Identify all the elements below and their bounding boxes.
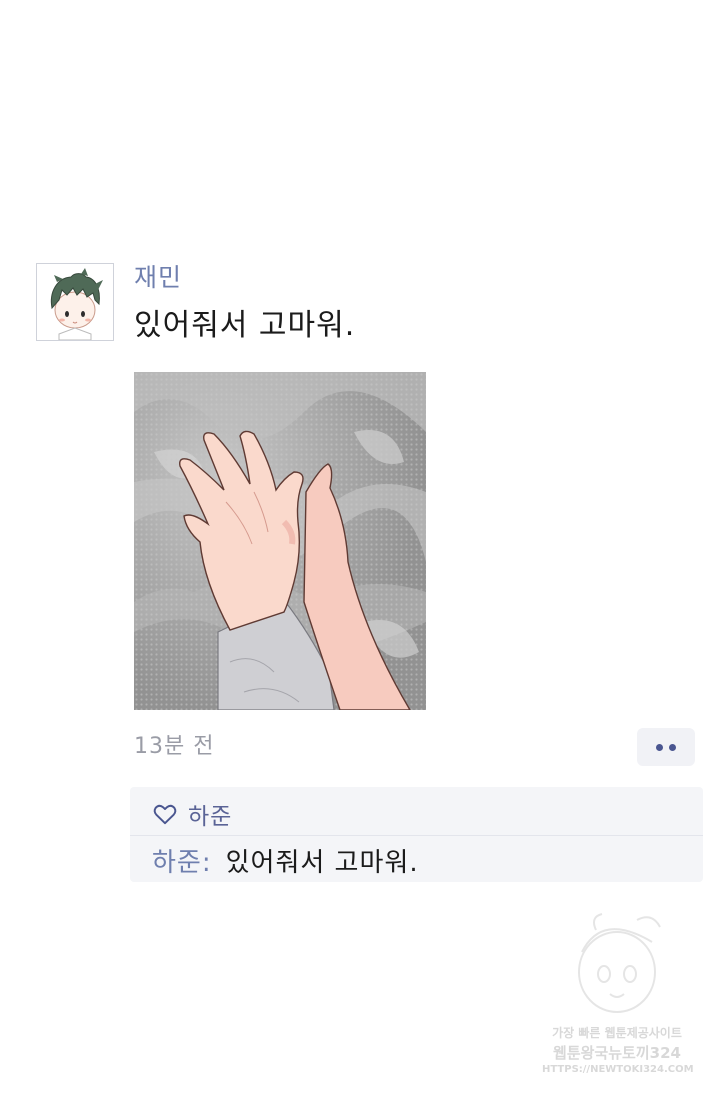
divider (130, 835, 703, 836)
boy-avatar-icon (37, 264, 113, 340)
post-message: 있어줘서 고마워. (134, 308, 356, 343)
comment-text: 있어줘서 고마워. (225, 848, 419, 878)
heart-outline-icon[interactable] (152, 801, 178, 827)
post-author-name[interactable]: 재민 (134, 258, 182, 294)
liked-by-name[interactable]: 하준 (188, 797, 232, 831)
comment-author[interactable]: 하준 (152, 848, 202, 878)
more-dots-icon (669, 743, 676, 751)
site-watermark: 가장 빠른 웹툰제공사이트 웹툰왕국뉴토끼324 HTTPS://NEWTOKI… (542, 912, 694, 1082)
comment-item: 하준: 있어줘서 고마워. (152, 842, 419, 879)
post-timestamp: 13분 전 (134, 734, 215, 759)
watermark-line-3: HTTPS://NEWTOKI324.COM (542, 1064, 694, 1075)
feed-post: 재민 있어줘서 고마워. 13분 전 하준 하준: 있어줘서 고마워. 가장 빠… (0, 0, 720, 1098)
mascot-watermark-icon (578, 913, 661, 1013)
more-options-button[interactable] (637, 728, 695, 766)
holding-hands-illustration (134, 372, 426, 710)
more-dots-icon (656, 743, 663, 751)
avatar[interactable] (36, 263, 114, 341)
likes-row: 하준 (152, 797, 232, 831)
watermark-line-2: 웹툰왕국뉴토끼324 (553, 1044, 681, 1062)
watermark-line-1: 가장 빠른 웹툰제공사이트 (552, 1026, 682, 1040)
reactions-panel: 하준 하준: 있어줘서 고마워. (130, 787, 703, 882)
comment-separator: : (201, 848, 212, 878)
post-photo[interactable] (134, 372, 426, 710)
